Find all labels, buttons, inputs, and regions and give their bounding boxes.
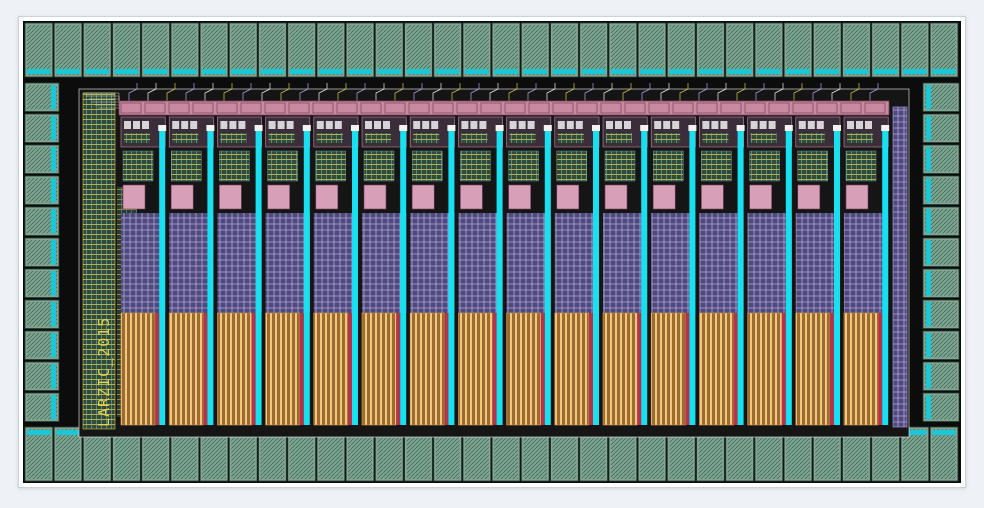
channel-column (650, 116, 697, 426)
pad-right (922, 268, 960, 298)
pad-left (24, 175, 60, 205)
pad-top (842, 22, 871, 78)
pad-left (24, 268, 60, 298)
pad-top (783, 22, 813, 78)
pad-top (667, 22, 696, 78)
right-logic-block (892, 106, 908, 428)
pad-top (637, 22, 667, 78)
pad-top (258, 22, 287, 78)
pad-top (112, 22, 141, 78)
pad-right (922, 237, 960, 267)
pad-top (696, 22, 725, 78)
pad-left (24, 144, 60, 174)
chip-label: LARZIC_2015 (95, 317, 113, 427)
channel-column (554, 116, 600, 426)
channel-column (602, 116, 649, 426)
pad-left (24, 392, 60, 422)
pad-bottom (929, 426, 959, 482)
pad-top (316, 22, 346, 78)
pad-top (345, 22, 375, 78)
pad-right (922, 144, 960, 174)
pad-top (24, 22, 54, 78)
pad-top (170, 22, 200, 78)
pad-top (579, 22, 608, 78)
channel-column (217, 116, 263, 426)
pad-right (922, 82, 960, 112)
pad-top (404, 22, 433, 78)
pad-left (24, 113, 60, 143)
channel-column (795, 116, 841, 426)
pad-left (24, 299, 60, 329)
channel-column (168, 116, 215, 426)
pad-top (462, 22, 492, 78)
channel-column (458, 116, 504, 426)
channel-column (265, 116, 311, 426)
pad-top (433, 22, 462, 78)
channel-column (313, 116, 359, 426)
pad-top (550, 22, 579, 78)
channel-column (747, 116, 793, 426)
pad-right (922, 113, 960, 143)
pad-right (922, 361, 960, 391)
pad-top (228, 22, 258, 78)
pad-left (24, 361, 60, 391)
pad-top (287, 22, 316, 78)
pad-top (141, 22, 170, 78)
pad-top (83, 22, 112, 78)
pad-top (754, 22, 784, 78)
pad-top (929, 22, 959, 78)
pad-right (922, 330, 960, 360)
channel-column (361, 116, 408, 426)
pad-top (608, 22, 638, 78)
pad-top (491, 22, 521, 78)
pad-left (24, 330, 60, 360)
pad-right (922, 392, 960, 422)
pad-bottom (24, 426, 54, 482)
layout-viewer-frame: LARZIC_2015 (18, 16, 966, 488)
pad-top (900, 22, 930, 78)
pad-top (374, 22, 404, 78)
pad-top (199, 22, 229, 78)
channel-column (506, 116, 552, 426)
pad-top (871, 22, 900, 78)
pad-right (922, 299, 960, 329)
pad-left (24, 206, 60, 236)
pad-top (53, 22, 83, 78)
chip-layout: LARZIC_2015 (23, 21, 961, 483)
channel-column (120, 116, 167, 426)
pad-ring-right (922, 82, 960, 422)
pad-right (922, 206, 960, 236)
channel-column (699, 116, 745, 426)
pad-right (922, 175, 960, 205)
pad-top (813, 22, 842, 78)
pad-bottom (53, 426, 83, 482)
pad-top (520, 22, 550, 78)
pad-left (24, 82, 60, 112)
pad-top (725, 22, 754, 78)
pad-left (24, 237, 60, 267)
pad-ring-left (24, 82, 60, 422)
channel-column (409, 116, 456, 426)
channel-column (843, 116, 890, 426)
